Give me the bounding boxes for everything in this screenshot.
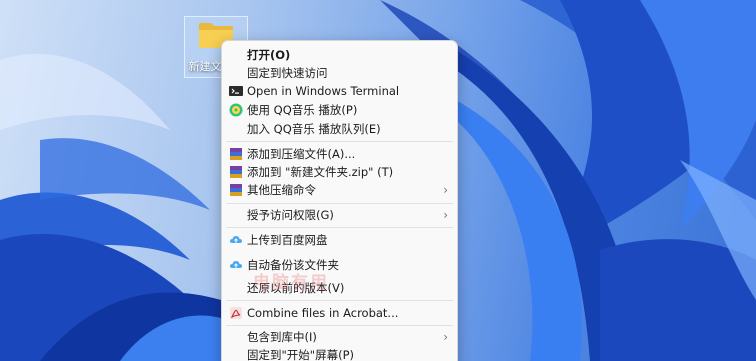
acrobat-icon [230,307,242,319]
qq-music-icon [229,103,243,117]
menu-item-pin-start[interactable]: 固定到"开始"屏幕(P) [222,346,457,361]
menu-item-label: Open in Windows Terminal [247,84,400,98]
baidu-cloud-icon [230,236,242,243]
desktop: 新建文件夹 打开(O) 固定到快速访问 Open in Windows Term… [0,0,756,361]
chevron-right-icon: › [443,330,448,344]
menu-item-label: Combine files in Acrobat... [247,306,399,320]
menu-item-label: 加入 QQ音乐 播放队列(E) [247,122,381,136]
menu-item-qq-music-queue[interactable]: 加入 QQ音乐 播放队列(E) [222,120,457,138]
menu-separator [226,227,453,228]
menu-item-label: 打开(O) [247,48,291,62]
menu-separator [226,300,453,301]
menu-item-label: 包含到库中(I) [247,330,317,344]
chevron-right-icon: › [443,208,448,222]
menu-separator [226,203,453,204]
menu-separator [226,141,453,142]
menu-item-qq-music-play[interactable]: 使用 QQ音乐 播放(P) [222,101,457,119]
menu-item-pin-quick-access[interactable]: 固定到快速访问 [222,64,457,82]
menu-item-include-library[interactable]: 包含到库中(I) › [222,328,457,346]
menu-item-open[interactable]: 打开(O) [222,46,457,64]
watermark: 电脑有用 [253,273,329,293]
menu-item-upload-baidu[interactable]: 上传到百度网盘 [222,231,457,249]
winrar-icon [230,166,242,178]
menu-item-grant-access[interactable]: 授予访问权限(G) › [222,206,457,224]
menu-separator [226,325,453,326]
winrar-icon [230,184,242,196]
winrar-icon [230,148,242,160]
menu-item-label: 固定到"开始"屏幕(P) [247,348,354,361]
baidu-cloud-icon [230,261,242,268]
menu-item-add-archive[interactable]: 添加到压缩文件(A)... [222,145,457,163]
menu-item-label: 授予访问权限(G) [247,208,334,222]
context-menu: 打开(O) 固定到快速访问 Open in Windows Terminal 使… [221,40,458,361]
menu-item-label: 其他压缩命令 [247,183,316,197]
menu-item-label: 固定到快速访问 [247,66,328,80]
menu-item-add-zip[interactable]: 添加到 "新建文件夹.zip" (T) [222,163,457,181]
menu-item-label: 使用 QQ音乐 播放(P) [247,103,358,117]
chevron-right-icon: › [443,183,448,197]
menu-item-label: 上传到百度网盘 [247,233,328,247]
menu-item-combine-acrobat[interactable]: Combine files in Acrobat... [222,304,457,322]
terminal-icon [229,86,243,96]
menu-item-other-compress[interactable]: 其他压缩命令 › [222,181,457,199]
menu-item-label: 添加到 "新建文件夹.zip" (T) [247,165,394,179]
menu-item-label: 添加到压缩文件(A)... [247,147,356,161]
menu-item-open-terminal[interactable]: Open in Windows Terminal [222,82,457,100]
